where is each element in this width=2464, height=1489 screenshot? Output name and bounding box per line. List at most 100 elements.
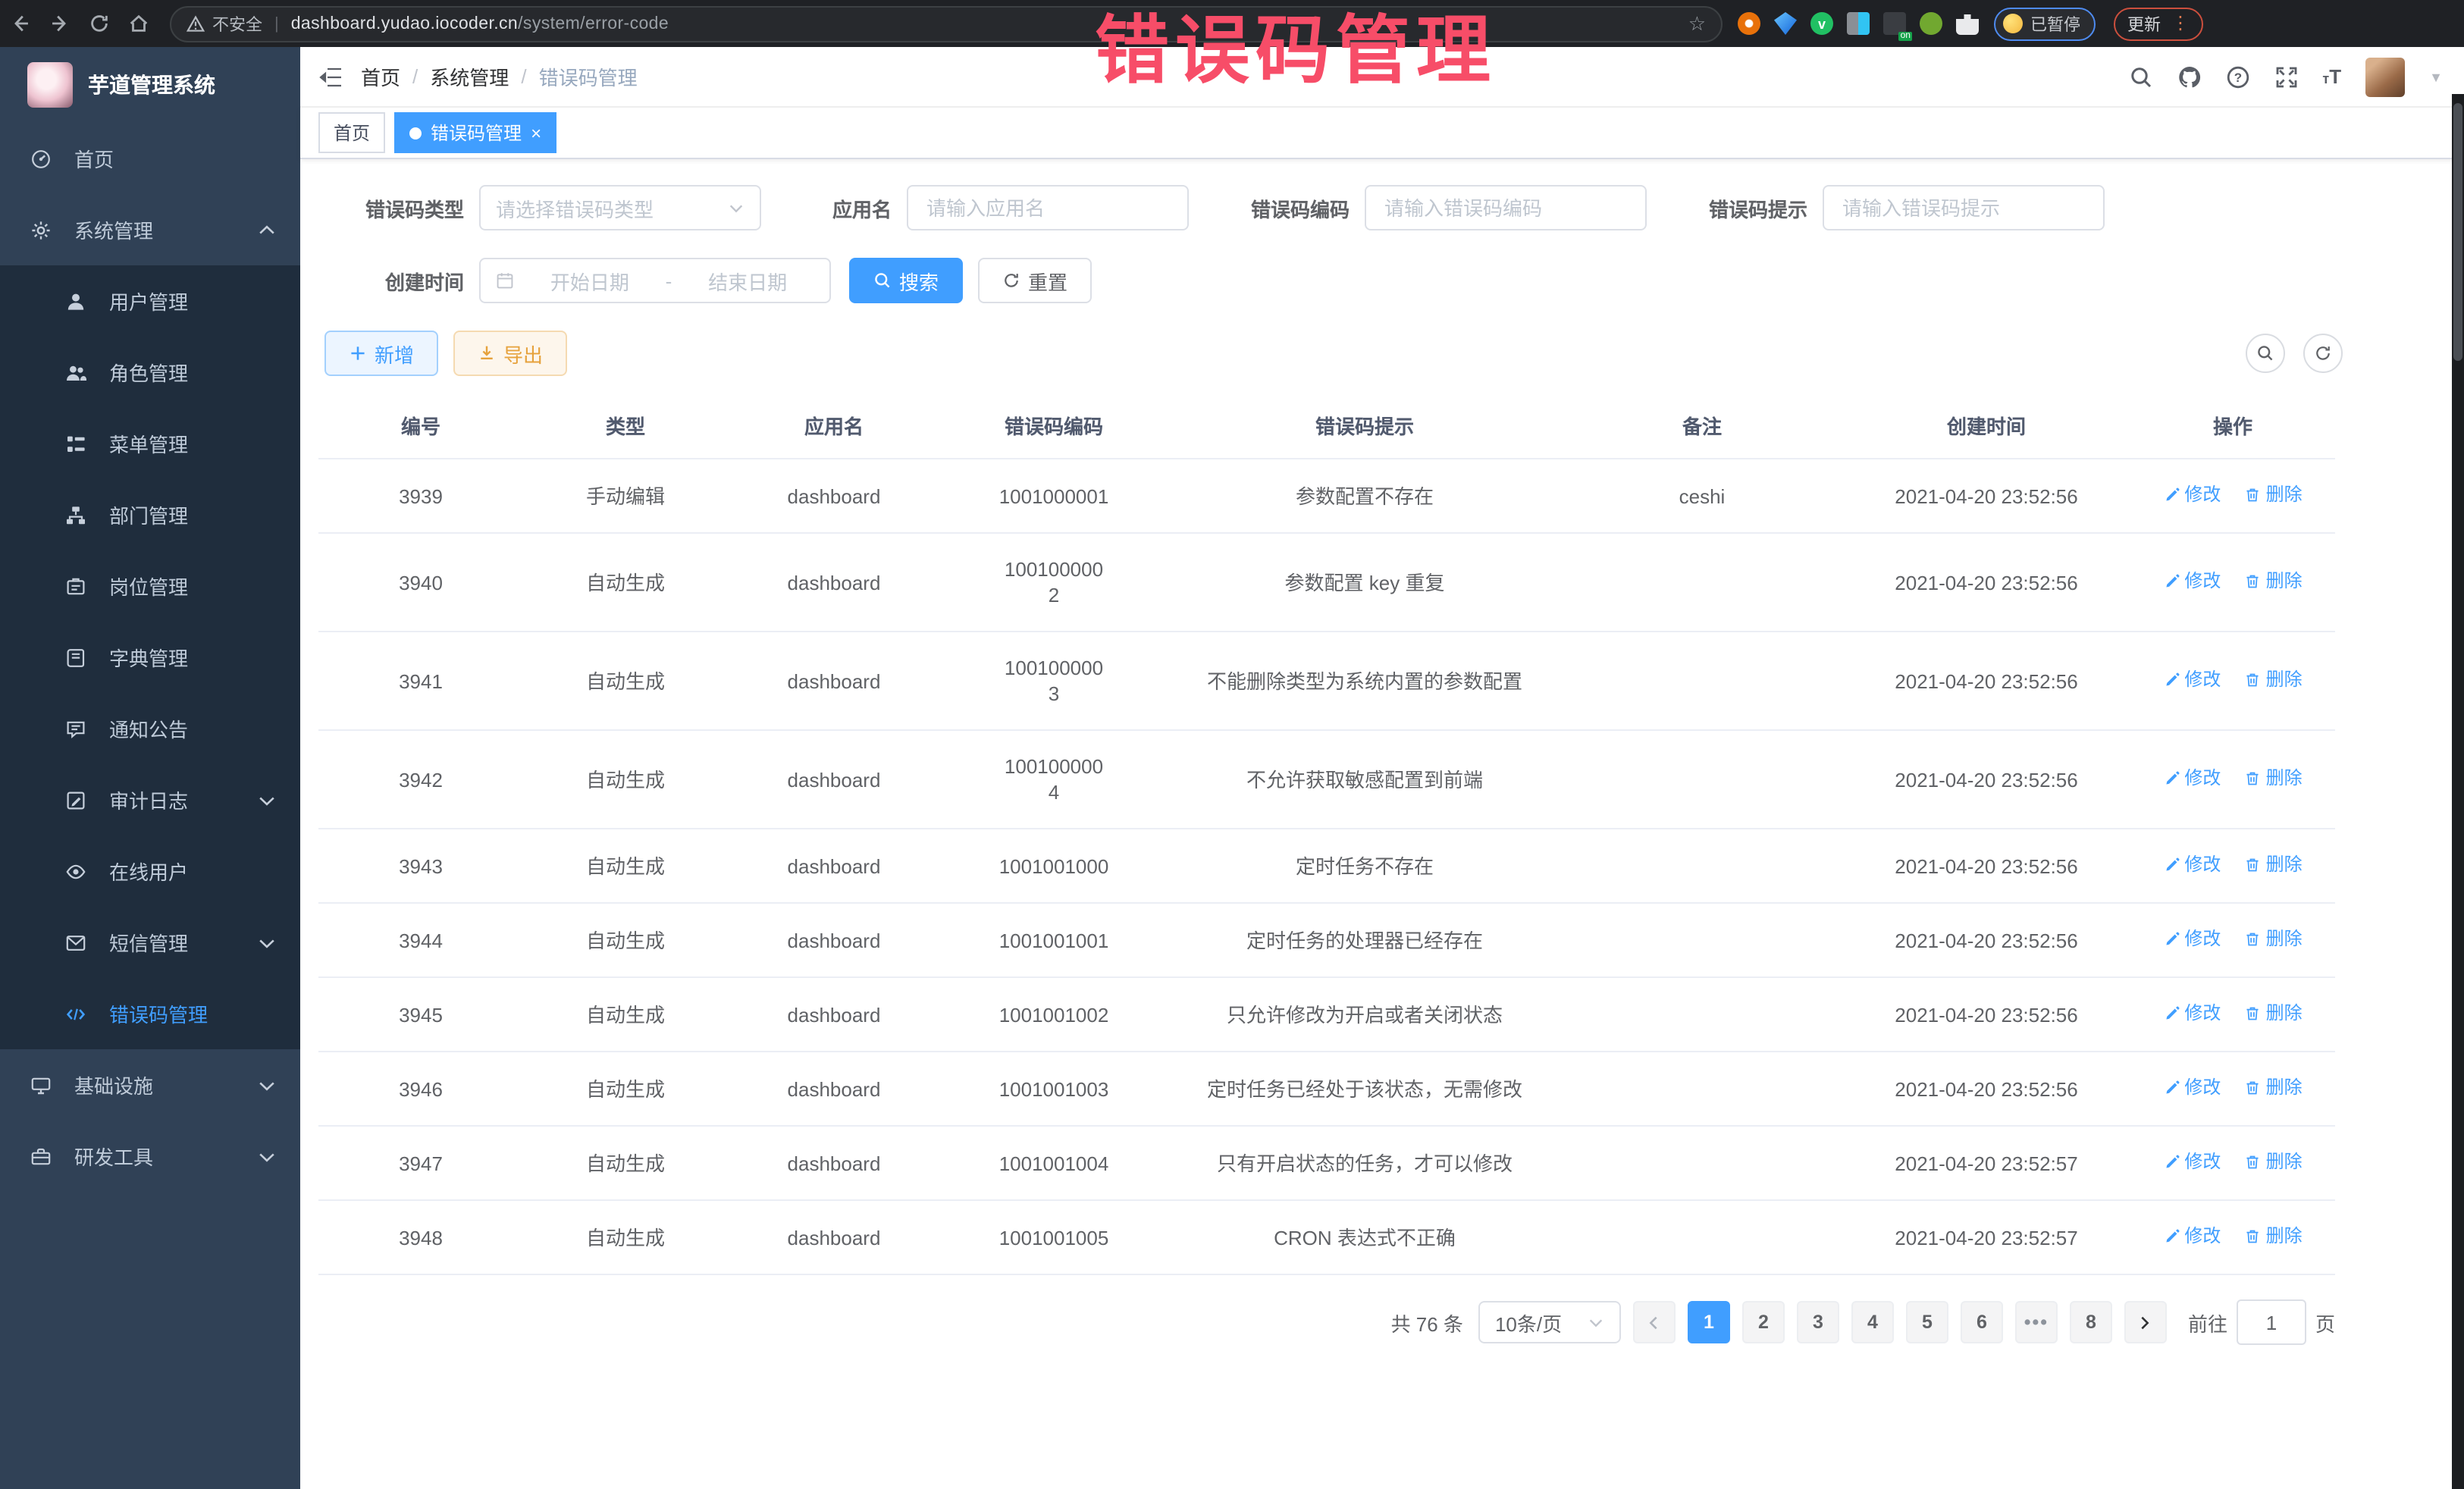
sidebar-item-infrastructure[interactable]: 基础设施 — [0, 1049, 300, 1121]
browser-home-icon[interactable] — [118, 7, 158, 40]
delete-link[interactable]: 删除 — [2245, 1001, 2303, 1027]
error-type-select[interactable]: 请选择错误码类型 — [479, 185, 761, 230]
browser-back-icon[interactable] — [0, 7, 39, 40]
edit-link[interactable]: 修改 — [2163, 667, 2221, 693]
font-size-icon[interactable]: тT — [2322, 65, 2341, 88]
extension-icon-puzzle[interactable] — [1956, 12, 1979, 35]
page-button-1[interactable]: 1 — [1688, 1301, 1730, 1343]
delete-link[interactable]: 删除 — [2245, 1075, 2303, 1101]
edit-link[interactable]: 修改 — [2163, 1149, 2221, 1175]
search-button[interactable]: 搜索 — [849, 258, 963, 303]
tab-error-code[interactable]: 错误码管理 × — [394, 112, 556, 153]
delete-link[interactable]: 删除 — [2245, 926, 2303, 952]
show-search-button[interactable] — [2246, 334, 2285, 373]
close-icon[interactable]: × — [531, 124, 541, 142]
edit-link[interactable]: 修改 — [2163, 852, 2221, 878]
kebab-menu-icon[interactable]: ⋮ — [2171, 17, 2190, 30]
cell-app: dashboard — [728, 829, 940, 903]
add-button[interactable]: 新增 — [324, 331, 438, 376]
edit-link[interactable]: 修改 — [2163, 926, 2221, 952]
edit-link[interactable]: 修改 — [2163, 1224, 2221, 1249]
extension-icon-green-v[interactable]: v — [1810, 12, 1833, 35]
breadcrumb-home[interactable]: 首页 — [361, 62, 400, 91]
browser-forward-icon[interactable] — [39, 7, 79, 40]
page-scrollbar[interactable] — [2452, 94, 2464, 1489]
extension-icon-switch-on[interactable] — [1883, 12, 1906, 35]
delete-link[interactable]: 删除 — [2245, 569, 2303, 594]
page-button-6[interactable]: 6 — [1961, 1301, 2003, 1343]
delete-link[interactable]: 删除 — [2245, 482, 2303, 508]
delete-link[interactable]: 删除 — [2245, 852, 2303, 878]
browser-refresh-icon[interactable] — [79, 7, 118, 40]
app-name-field[interactable] — [923, 195, 1172, 221]
sidebar-logo-row[interactable]: 芋道管理系统 — [0, 47, 300, 123]
sidebar-item-system[interactable]: 系统管理 — [0, 194, 300, 265]
bookmark-star-icon[interactable]: ☆ — [1688, 11, 1706, 36]
sidebar-item-online-users[interactable]: 在线用户 — [0, 835, 300, 907]
cell-type: 自动生成 — [523, 1200, 728, 1274]
sidebar-item-depts[interactable]: 部门管理 — [0, 479, 300, 550]
extension-icon-grid[interactable] — [1847, 12, 1870, 35]
scrollbar-thumb[interactable] — [2453, 103, 2462, 361]
hamburger-icon[interactable] — [300, 64, 361, 89]
page-size-select[interactable]: 10条/页 — [1478, 1301, 1621, 1343]
extension-icon-gem[interactable] — [1774, 12, 1797, 35]
sidebar-item-users[interactable]: 用户管理 — [0, 265, 300, 337]
sidebar-item-posts[interactable]: 岗位管理 — [0, 550, 300, 622]
sidebar-item-error-codes[interactable]: 错误码管理 — [0, 978, 300, 1049]
delete-icon — [2245, 857, 2262, 873]
error-code-field[interactable] — [1381, 195, 1630, 221]
sidebar-item-audit-logs[interactable]: 审计日志 — [0, 764, 300, 835]
extension-icon-orange[interactable] — [1738, 12, 1760, 35]
page-button-3[interactable]: 3 — [1797, 1301, 1839, 1343]
extension-icon-key[interactable] — [1920, 12, 1942, 35]
page-button-4[interactable]: 4 — [1851, 1301, 1894, 1343]
fullscreen-icon[interactable] — [2274, 64, 2298, 89]
edit-link[interactable]: 修改 — [2163, 569, 2221, 594]
sidebar-item-menus[interactable]: 菜单管理 — [0, 408, 300, 479]
search-icon[interactable] — [2128, 64, 2152, 89]
delete-link[interactable]: 删除 — [2245, 766, 2303, 792]
sidebar-item-label: 短信管理 — [109, 928, 255, 957]
page-button-5[interactable]: 5 — [1906, 1301, 1948, 1343]
sidebar-item-notices[interactable]: 通知公告 — [0, 693, 300, 764]
edit-link[interactable]: 修改 — [2163, 482, 2221, 508]
page-button-2[interactable]: 2 — [1742, 1301, 1785, 1343]
breadcrumb-system[interactable]: 系统管理 — [430, 62, 509, 91]
sidebar-item-sms[interactable]: 短信管理 — [0, 907, 300, 978]
tab-home[interactable]: 首页 — [318, 112, 385, 153]
next-page-button[interactable] — [2124, 1301, 2167, 1343]
more-pages-button[interactable]: ••• — [2015, 1301, 2058, 1343]
profile-paused-chip[interactable]: 已暂停 — [1994, 7, 2096, 40]
edit-link[interactable]: 修改 — [2163, 1075, 2221, 1101]
dashboard-icon — [29, 147, 52, 170]
page-button-8[interactable]: 8 — [2070, 1301, 2112, 1343]
reset-button[interactable]: 重置 — [978, 258, 1092, 303]
column-header: 应用名 — [728, 391, 940, 459]
browser-update-chip[interactable]: 更新 ⋮ — [2114, 7, 2203, 40]
user-avatar[interactable] — [2365, 57, 2405, 96]
delete-link[interactable]: 删除 — [2245, 1224, 2303, 1249]
security-indicator[interactable]: 不安全 — [187, 11, 262, 36]
goto-page-input[interactable] — [2237, 1299, 2306, 1345]
sidebar-item-dev-tools[interactable]: 研发工具 — [0, 1121, 300, 1192]
address-bar[interactable]: 不安全 | dashboard.yudao.iocoder.cn/system/… — [170, 5, 1723, 42]
edit-link[interactable]: 修改 — [2163, 766, 2221, 792]
prev-page-button[interactable] — [1633, 1301, 1676, 1343]
date-range-picker[interactable]: 开始日期 - 结束日期 — [479, 258, 831, 303]
github-icon[interactable] — [2177, 64, 2201, 89]
refresh-table-button[interactable] — [2303, 334, 2343, 373]
avatar-caret-down-icon[interactable]: ▼ — [2429, 69, 2443, 84]
sidebar-item-dicts[interactable]: 字典管理 — [0, 622, 300, 693]
cell-hint: 参数配置 key 重复 — [1168, 533, 1562, 632]
delete-link[interactable]: 删除 — [2245, 667, 2303, 693]
cell-actions: 修改 删除 — [2130, 1126, 2335, 1200]
export-button[interactable]: 导出 — [453, 331, 567, 376]
edit-link[interactable]: 修改 — [2163, 1001, 2221, 1027]
help-icon[interactable]: ? — [2225, 64, 2249, 89]
error-hint-field[interactable] — [1839, 195, 2088, 221]
delete-link[interactable]: 删除 — [2245, 1149, 2303, 1175]
sidebar-item-home[interactable]: 首页 — [0, 123, 300, 194]
edit-icon — [2163, 1228, 2180, 1245]
sidebar-item-roles[interactable]: 角色管理 — [0, 337, 300, 408]
